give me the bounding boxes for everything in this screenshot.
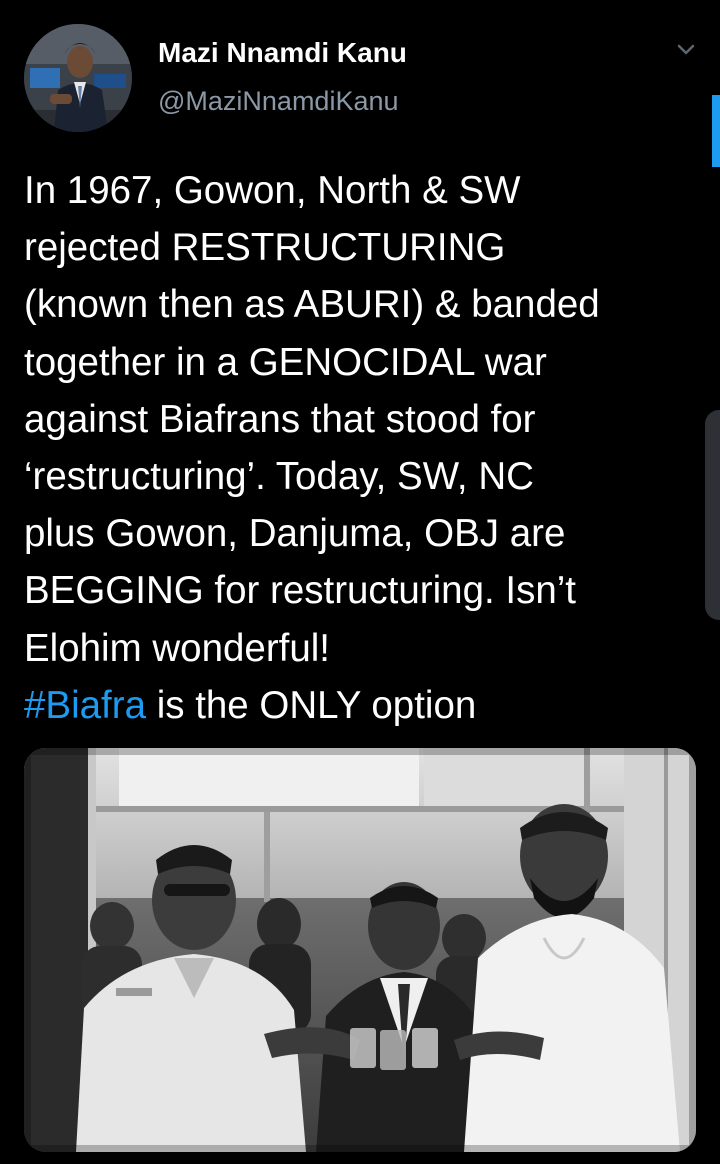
tweet-text-line: together in a GENOCIDAL war [24,340,547,384]
tweet-text-last-line: #Biafra is the ONLY option [24,677,684,734]
edge-panel-handle[interactable] [705,410,720,620]
tweet-text-line: In 1967, Gowon, North & SW [24,169,521,212]
author-display-name[interactable]: Mazi Nnamdi Kanu [158,37,407,69]
photo-image [24,748,696,1152]
tweet-text-line: ‘restructuring’. Today, SW, NC [24,455,534,499]
tweet-text-line: against Biafrans that stood for [24,397,536,441]
author-handle[interactable]: @MaziNnamdiKanu [158,86,399,117]
tweet-text: In 1967, Gowon, North & SW rejected REST… [24,162,684,734]
side-accent-bar [712,95,720,167]
tweet-text-line: plus Gowon, Danjuma, OBJ are [24,512,566,556]
hashtag-link[interactable]: #Biafra [24,684,146,727]
profile-photo-icon [24,24,132,132]
tweet-text-line: rejected RESTRUCTURING [24,226,506,270]
tweet: Mazi Nnamdi Kanu @MaziNnamdiKanu In 1967… [0,0,720,1164]
avatar[interactable] [24,24,132,132]
tweet-text-tail: is the ONLY option [146,683,477,727]
tweet-text-line: (known then as ABURI) & banded [24,283,600,327]
chevron-down-icon[interactable] [672,40,700,60]
tweet-photo[interactable] [24,748,696,1152]
tweet-text-line: Elohim wonderful! [24,626,331,670]
tweet-text-line: BEGGING for restructuring. Isn’t [24,569,576,613]
